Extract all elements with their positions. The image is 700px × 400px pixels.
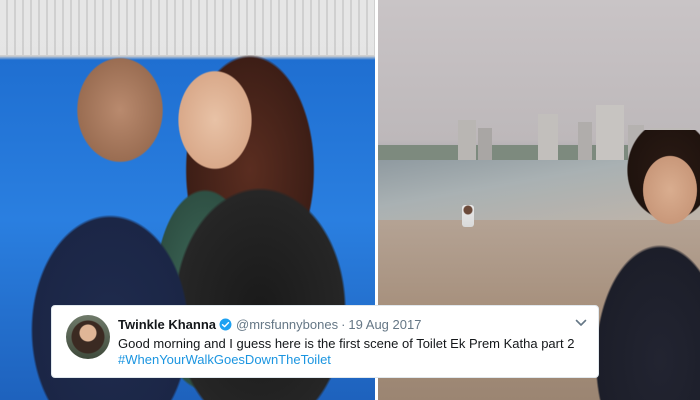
tweet-hashtag[interactable]: #WhenYourWalkGoesDownTheToilet (118, 352, 588, 368)
tweet-card[interactable]: Twinkle Khanna @mrsfunnybones · 19 Aug 201… (51, 305, 599, 378)
child-figure (462, 205, 474, 227)
window-blinds (0, 0, 375, 55)
tweet-header: Twinkle Khanna @mrsfunnybones · 19 Aug 201… (118, 317, 421, 332)
tweet-body: Good morning and I guess here is the fir… (118, 336, 588, 368)
tweet-text: Good morning and I guess here is the fir… (118, 336, 575, 351)
tweet-date[interactable]: 19 Aug 2017 (348, 317, 421, 332)
chevron-down-icon[interactable] (574, 316, 588, 330)
author-handle[interactable]: @mrsfunnybones (236, 317, 338, 332)
author-name[interactable]: Twinkle Khanna (118, 317, 216, 332)
verified-badge-icon (219, 318, 232, 331)
avatar[interactable] (66, 315, 110, 359)
separator-dot: · (341, 317, 346, 332)
